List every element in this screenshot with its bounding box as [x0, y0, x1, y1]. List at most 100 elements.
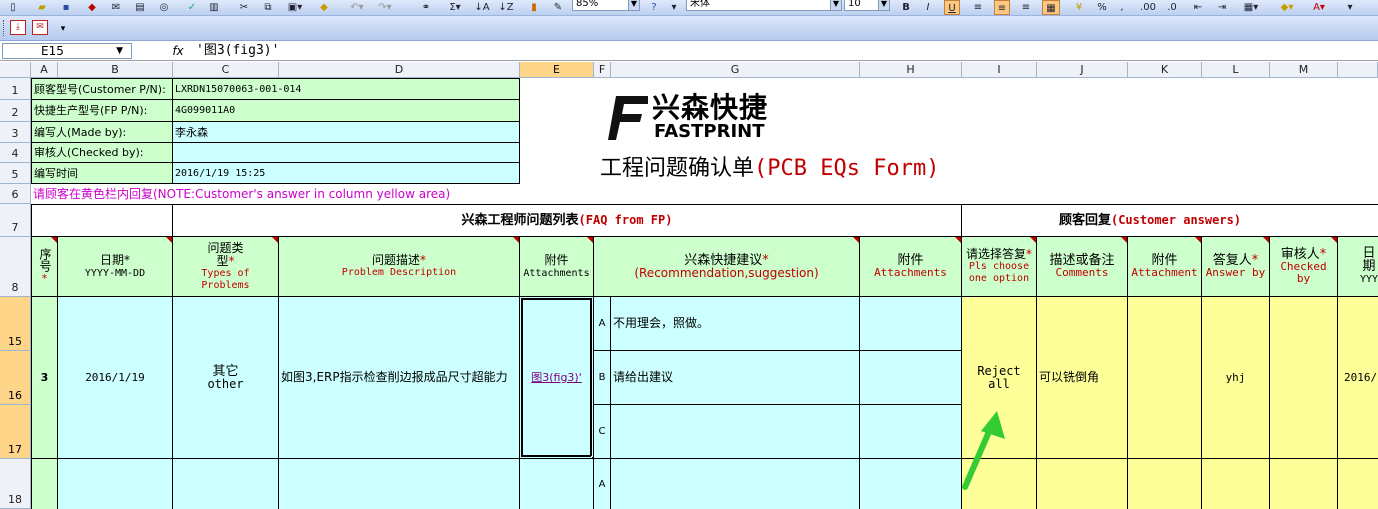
formula-input[interactable]: '图3(fig3)' [196, 43, 279, 59]
increase-decimal-icon[interactable]: .00 [1138, 0, 1158, 15]
cell-type[interactable]: 其它 other [173, 297, 279, 459]
help-icon[interactable]: ? [646, 0, 662, 15]
select-all-corner[interactable] [0, 62, 31, 78]
cell-no[interactable]: 3 [31, 297, 58, 459]
toolbar-options-icon[interactable]: ▾ [58, 21, 68, 37]
comma-icon[interactable]: , [1114, 0, 1130, 15]
column-header-i[interactable]: I [962, 62, 1037, 78]
option-att-next-a[interactable] [860, 459, 962, 509]
drawing-icon[interactable]: ✎ [550, 0, 566, 15]
row-header-15[interactable]: 15 [0, 297, 31, 351]
decrease-indent-icon[interactable]: ⇤ [1190, 0, 1206, 15]
row-header-3[interactable]: 3 [0, 122, 31, 143]
pdf-email-icon[interactable]: ✉ [32, 20, 48, 35]
bold-button[interactable]: B [898, 0, 914, 15]
column-header-j[interactable]: J [1037, 62, 1128, 78]
cell-description[interactable]: 如图3,ERP指示检查削边报成品尺寸超能力 [279, 297, 520, 459]
font-size-combo[interactable]: 10 ▼ [844, 0, 890, 11]
cut-icon[interactable]: ✂ [236, 0, 252, 15]
paste-icon[interactable]: ▣▾ [284, 0, 306, 15]
cell-date-next-2[interactable] [1338, 459, 1378, 509]
column-header-d[interactable]: D [279, 62, 520, 78]
print-preview-icon[interactable]: ◎ [156, 0, 172, 15]
row-header-18[interactable]: 18 [0, 459, 31, 509]
align-center-icon[interactable]: ≡ [994, 0, 1010, 15]
option-text-a[interactable]: 不用理会，照做。 [611, 297, 860, 351]
column-header-h[interactable]: H [860, 62, 962, 78]
option-att-a[interactable] [860, 297, 962, 351]
option-text-c[interactable] [611, 405, 860, 459]
row-header-2[interactable]: 2 [0, 100, 31, 122]
row-header-8[interactable]: 8 [0, 237, 31, 297]
row-header-17[interactable]: 17 [0, 405, 31, 459]
copy-icon[interactable]: ⧉ [260, 0, 276, 15]
row-header-7[interactable]: 7 [0, 204, 31, 237]
print-icon[interactable]: ▤ [132, 0, 148, 15]
new-icon[interactable]: ▯ [6, 0, 20, 15]
undo-icon[interactable]: ↶▾ [346, 0, 368, 15]
cell-answer-date[interactable]: 2016/1 [1338, 297, 1378, 459]
redo-icon[interactable]: ↷▾ [374, 0, 396, 15]
align-right-icon[interactable]: ≡ [1018, 0, 1034, 15]
insert-function-icon[interactable]: fx [168, 43, 188, 59]
column-header-k[interactable]: K [1128, 62, 1202, 78]
value-customer-pn[interactable]: LXRDN15070063-001-014 [173, 78, 520, 100]
pdf-convert-icon[interactable]: ⤓ [10, 20, 26, 35]
increase-indent-icon[interactable]: ⇥ [1214, 0, 1230, 15]
column-header-l[interactable]: L [1202, 62, 1270, 78]
cell-type-next[interactable] [173, 459, 279, 509]
italic-button[interactable]: I [920, 0, 936, 15]
row-header-4[interactable]: 4 [0, 143, 31, 163]
value-made-by[interactable]: 李永森 [173, 122, 520, 143]
option-att-c[interactable] [860, 405, 962, 459]
align-left-icon[interactable]: ≡ [970, 0, 986, 15]
format-painter-icon[interactable]: ◆ [316, 0, 332, 15]
font-color-icon[interactable]: A▾ [1308, 0, 1330, 15]
column-header-e[interactable]: E [520, 62, 594, 78]
column-header-g[interactable]: G [611, 62, 860, 78]
toolbar-options-icon[interactable]: ▾ [1344, 0, 1356, 15]
value-time[interactable]: 2016/1/19 15:25 [173, 163, 520, 184]
attachment-hyperlink[interactable]: 图3(fig3)' [531, 371, 582, 384]
cell-comment[interactable]: 可以铣倒角 [1037, 297, 1128, 459]
option-text-next-a[interactable] [611, 459, 860, 509]
permission-icon[interactable]: ◆ [84, 0, 100, 15]
row-header-5[interactable]: 5 [0, 163, 31, 184]
toolbar-grip[interactable] [3, 20, 6, 36]
cell-desc-next[interactable] [279, 459, 520, 509]
percent-icon[interactable]: % [1094, 0, 1110, 15]
toolbar-options-icon[interactable]: ▾ [668, 0, 680, 15]
sort-desc-icon[interactable]: ↓Z [498, 0, 514, 15]
research-icon[interactable]: ▥ [206, 0, 222, 15]
email-icon[interactable]: ✉ [108, 0, 124, 15]
row-header-6[interactable]: 6 [0, 184, 31, 204]
cell-att3-next[interactable] [1128, 459, 1202, 509]
value-fp-pn[interactable]: 4G099011A0 [173, 100, 520, 122]
sort-asc-icon[interactable]: ↓A [474, 0, 490, 15]
column-header-c[interactable]: C [173, 62, 279, 78]
cell-date-next[interactable] [58, 459, 173, 509]
column-header-f[interactable]: F [594, 62, 611, 78]
cell-answer-by[interactable]: yhj [1202, 297, 1270, 459]
save-icon[interactable]: ▪ [58, 0, 74, 15]
cell-checked-by[interactable] [1270, 297, 1338, 459]
column-header-a[interactable]: A [31, 62, 58, 78]
underline-button[interactable]: U [944, 0, 960, 15]
borders-icon[interactable]: ▦▾ [1240, 0, 1262, 15]
open-icon[interactable]: ▰ [34, 0, 50, 15]
column-header-m[interactable]: M [1270, 62, 1338, 78]
chart-wizard-icon[interactable]: ▮ [526, 0, 542, 15]
spelling-icon[interactable]: ✓ [184, 0, 200, 15]
merge-center-icon[interactable]: ▦ [1042, 0, 1060, 15]
value-checked-by[interactable] [173, 143, 520, 163]
row-header-16[interactable]: 16 [0, 351, 31, 405]
name-box[interactable]: E15 ▼ [2, 43, 132, 59]
cell-attachment-3[interactable] [1128, 297, 1202, 459]
column-header-b[interactable]: B [58, 62, 173, 78]
font-name-combo[interactable]: 宋体 ▼ [686, 0, 842, 11]
option-att-b[interactable] [860, 351, 962, 405]
cell-attachment-selected[interactable]: 图3(fig3)' [520, 297, 594, 459]
cell-date[interactable]: 2016/1/19 [58, 297, 173, 459]
cell-no-next[interactable] [31, 459, 58, 509]
cell-answer-by-next[interactable] [1202, 459, 1270, 509]
